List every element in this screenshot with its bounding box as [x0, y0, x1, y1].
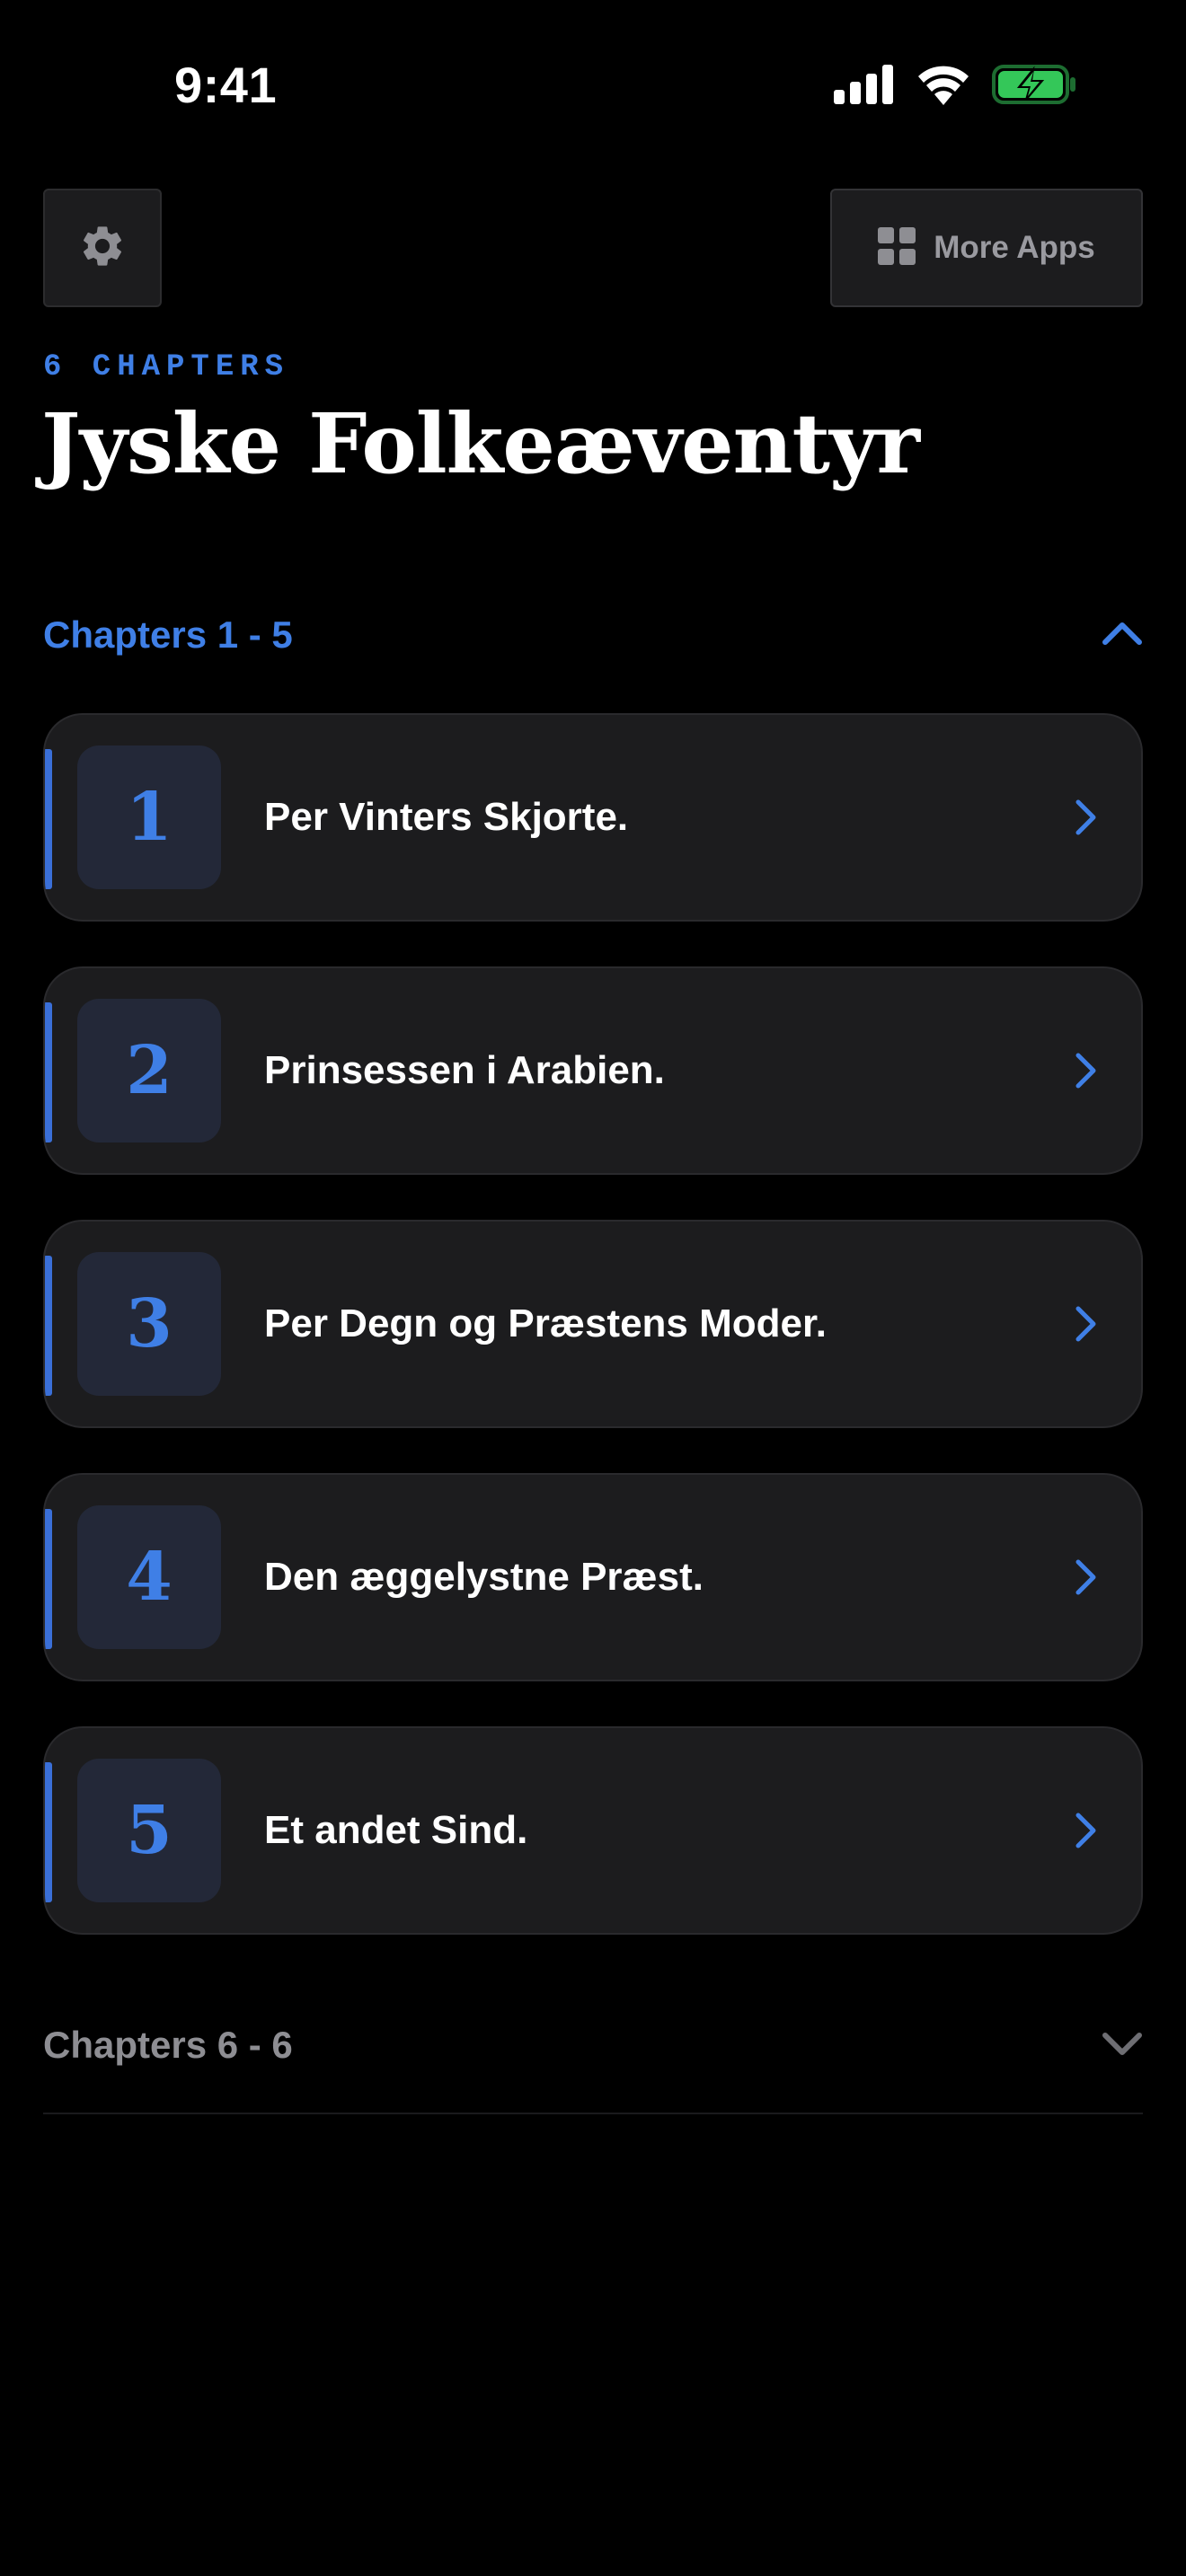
chevron-down-icon	[1102, 2030, 1143, 2061]
wifi-icon	[916, 64, 970, 110]
gear-icon	[78, 222, 127, 275]
chapter-list: 1 Per Vinters Skjorte. 2 Prinsessen i Ar…	[43, 713, 1143, 1980]
chapter-number-badge: 2	[77, 999, 221, 1142]
chapter-title: Per Vinters Skjorte.	[264, 795, 629, 839]
chapter-row-3[interactable]: 3 Per Degn og Præstens Moder.	[43, 1220, 1143, 1428]
chapter-number-badge: 4	[77, 1505, 221, 1649]
chevron-right-icon	[1057, 1802, 1114, 1859]
chapter-number: 3	[126, 1285, 173, 1363]
more-apps-button[interactable]: More Apps	[830, 189, 1143, 307]
chapter-title: Et andet Sind.	[264, 1808, 528, 1852]
section-label: Chapters 1 - 5	[43, 613, 293, 656]
page-title: Jyske Folkeæventyr	[41, 395, 920, 492]
chapter-number: 4	[126, 1539, 173, 1616]
chapter-accent-bar	[45, 1002, 52, 1142]
chapter-title: Per Degn og Præstens Moder.	[264, 1301, 827, 1345]
status-time: 9:41	[174, 57, 278, 113]
chapter-accent-bar	[45, 1762, 52, 1902]
chapter-number: 2	[126, 1032, 173, 1109]
cellular-signal-icon	[834, 64, 895, 109]
status-bar: 9:41	[0, 0, 1186, 171]
chapter-row-5[interactable]: 5 Et andet Sind.	[43, 1726, 1143, 1935]
more-apps-label: More Apps	[934, 230, 1095, 265]
chapter-title: Den æggelystne Præst.	[264, 1555, 704, 1599]
status-icons	[834, 63, 1076, 110]
chapter-number-badge: 1	[77, 745, 221, 889]
section-header-chapters-1-5[interactable]: Chapters 1 - 5	[43, 595, 1143, 675]
section-divider	[43, 2113, 1143, 2114]
chevron-up-icon	[1102, 620, 1143, 651]
chevron-right-icon	[1057, 1548, 1114, 1606]
battery-charging-icon	[992, 64, 1076, 110]
chapter-accent-bar	[45, 1509, 52, 1649]
chapter-accent-bar	[45, 1256, 52, 1396]
chapter-row-4[interactable]: 4 Den æggelystne Præst.	[43, 1473, 1143, 1681]
chapter-number: 5	[126, 1792, 173, 1869]
chevron-right-icon	[1057, 789, 1114, 846]
chevron-right-icon	[1057, 1042, 1114, 1099]
chapter-row-1[interactable]: 1 Per Vinters Skjorte.	[43, 713, 1143, 922]
chapter-number-badge: 5	[77, 1759, 221, 1902]
app-screen: 9:41 More Apps 6 CHAPTERS Jyske Folkeæve…	[0, 0, 1186, 2576]
chapter-row-2[interactable]: 2 Prinsessen i Arabien.	[43, 966, 1143, 1175]
settings-button[interactable]	[43, 189, 162, 307]
chapter-number-badge: 3	[77, 1252, 221, 1396]
chapter-title: Prinsessen i Arabien.	[264, 1048, 665, 1092]
section-header-chapters-6-6[interactable]: Chapters 6 - 6	[43, 2005, 1143, 2086]
chevron-right-icon	[1057, 1295, 1114, 1353]
chapter-accent-bar	[45, 749, 52, 889]
grid-icon	[878, 226, 916, 269]
chapter-number: 1	[126, 779, 173, 856]
chapter-count-label: 6 CHAPTERS	[43, 350, 290, 384]
section-label: Chapters 6 - 6	[43, 2024, 293, 2066]
